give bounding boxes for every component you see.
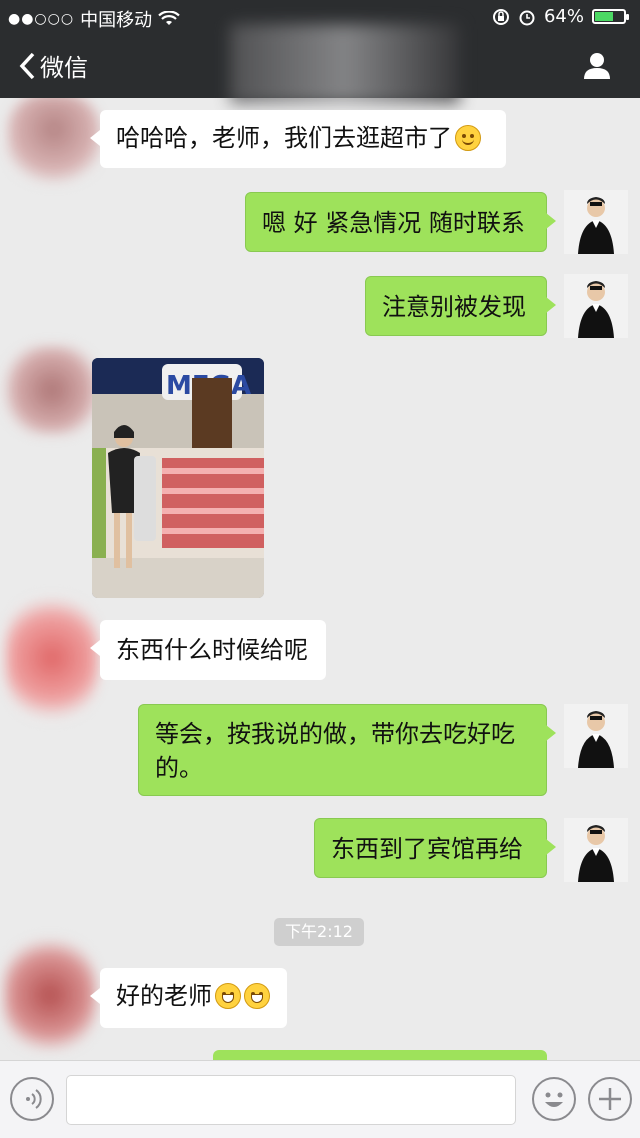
voice-button[interactable] xyxy=(10,1077,54,1121)
message-outgoing[interactable]: 等会，按我说的做，带你去吃好吃 的。 xyxy=(138,704,556,796)
suit-man-avatar-icon xyxy=(564,190,628,254)
emoji-button[interactable] xyxy=(532,1077,576,1121)
message-outgoing[interactable]: 东西到了宾馆再给 xyxy=(314,818,556,878)
message-text: 等会，按我说的做，带你去吃好吃 xyxy=(155,720,515,748)
my-avatar[interactable] xyxy=(564,704,628,768)
back-label: 微信 xyxy=(40,54,88,82)
voice-icon xyxy=(26,1089,42,1109)
suit-man-avatar-icon xyxy=(564,704,628,768)
chat-area[interactable]: 哈哈哈，老师，我们去逛超市了 嗯 好 紧急情况 随时联系 注意别被发现 东西什么… xyxy=(0,98,640,1060)
battery-icon xyxy=(592,9,629,24)
message-incoming[interactable]: 哈哈哈，老师，我们去逛超市了 xyxy=(90,110,506,168)
message-text: 注意别被发现 xyxy=(382,293,526,321)
input-bar xyxy=(0,1060,640,1138)
contact-avatar[interactable] xyxy=(6,598,98,718)
message-text: 嗯 好 紧急情况 随时联系 xyxy=(262,209,525,237)
rotation-lock-icon xyxy=(492,8,509,25)
message-incoming[interactable]: 好的老师 xyxy=(90,968,287,1028)
message-incoming[interactable]: 东西什么时候给呢 xyxy=(90,620,326,680)
grin-emoji-icon xyxy=(215,983,241,1009)
chat-title-redacted xyxy=(230,24,460,104)
message-timestamp: 下午2:12 xyxy=(274,918,364,946)
suit-man-avatar-icon xyxy=(564,274,628,338)
my-avatar[interactable] xyxy=(564,818,628,882)
carrier-name: 中国移动 xyxy=(80,10,153,31)
message-text: 东西到了宾馆再给 xyxy=(331,835,523,863)
message-text: 东西什么时候给呢 xyxy=(116,636,308,664)
my-avatar[interactable] xyxy=(564,190,628,254)
message-input[interactable] xyxy=(66,1075,516,1125)
alarm-icon xyxy=(519,10,535,25)
message-text: 的。 xyxy=(155,754,203,782)
person-icon[interactable] xyxy=(582,50,612,80)
contact-avatar[interactable] xyxy=(8,98,100,182)
image-message[interactable]: MEGA xyxy=(92,358,264,598)
supermarket-photo: MEGA xyxy=(92,358,264,598)
emoji-icon xyxy=(545,1092,563,1107)
signal-strength-icon: ●●○○○ xyxy=(8,11,75,27)
message-outgoing-partial[interactable] xyxy=(213,1050,547,1060)
smile-emoji-icon xyxy=(455,125,481,151)
back-button[interactable]: 微信 xyxy=(18,48,88,83)
message-text: 好的老师 xyxy=(116,982,212,1010)
contact-avatar[interactable] xyxy=(6,346,98,434)
contact-avatar[interactable] xyxy=(4,940,96,1050)
plus-icon xyxy=(599,1088,621,1110)
my-avatar[interactable] xyxy=(564,274,628,338)
chevron-left-icon xyxy=(19,52,35,79)
wifi-icon xyxy=(158,11,180,25)
message-text: 哈哈哈，老师，我们去逛超市了 xyxy=(116,124,452,152)
grin-emoji-icon xyxy=(244,983,270,1009)
add-button[interactable] xyxy=(588,1077,632,1121)
battery-percent: 64% xyxy=(543,6,584,27)
suit-man-avatar-icon xyxy=(564,818,628,882)
nav-bar: 微信 xyxy=(0,24,640,104)
message-outgoing[interactable]: 注意别被发现 xyxy=(365,276,556,336)
message-outgoing[interactable]: 嗯 好 紧急情况 随时联系 xyxy=(245,192,556,252)
